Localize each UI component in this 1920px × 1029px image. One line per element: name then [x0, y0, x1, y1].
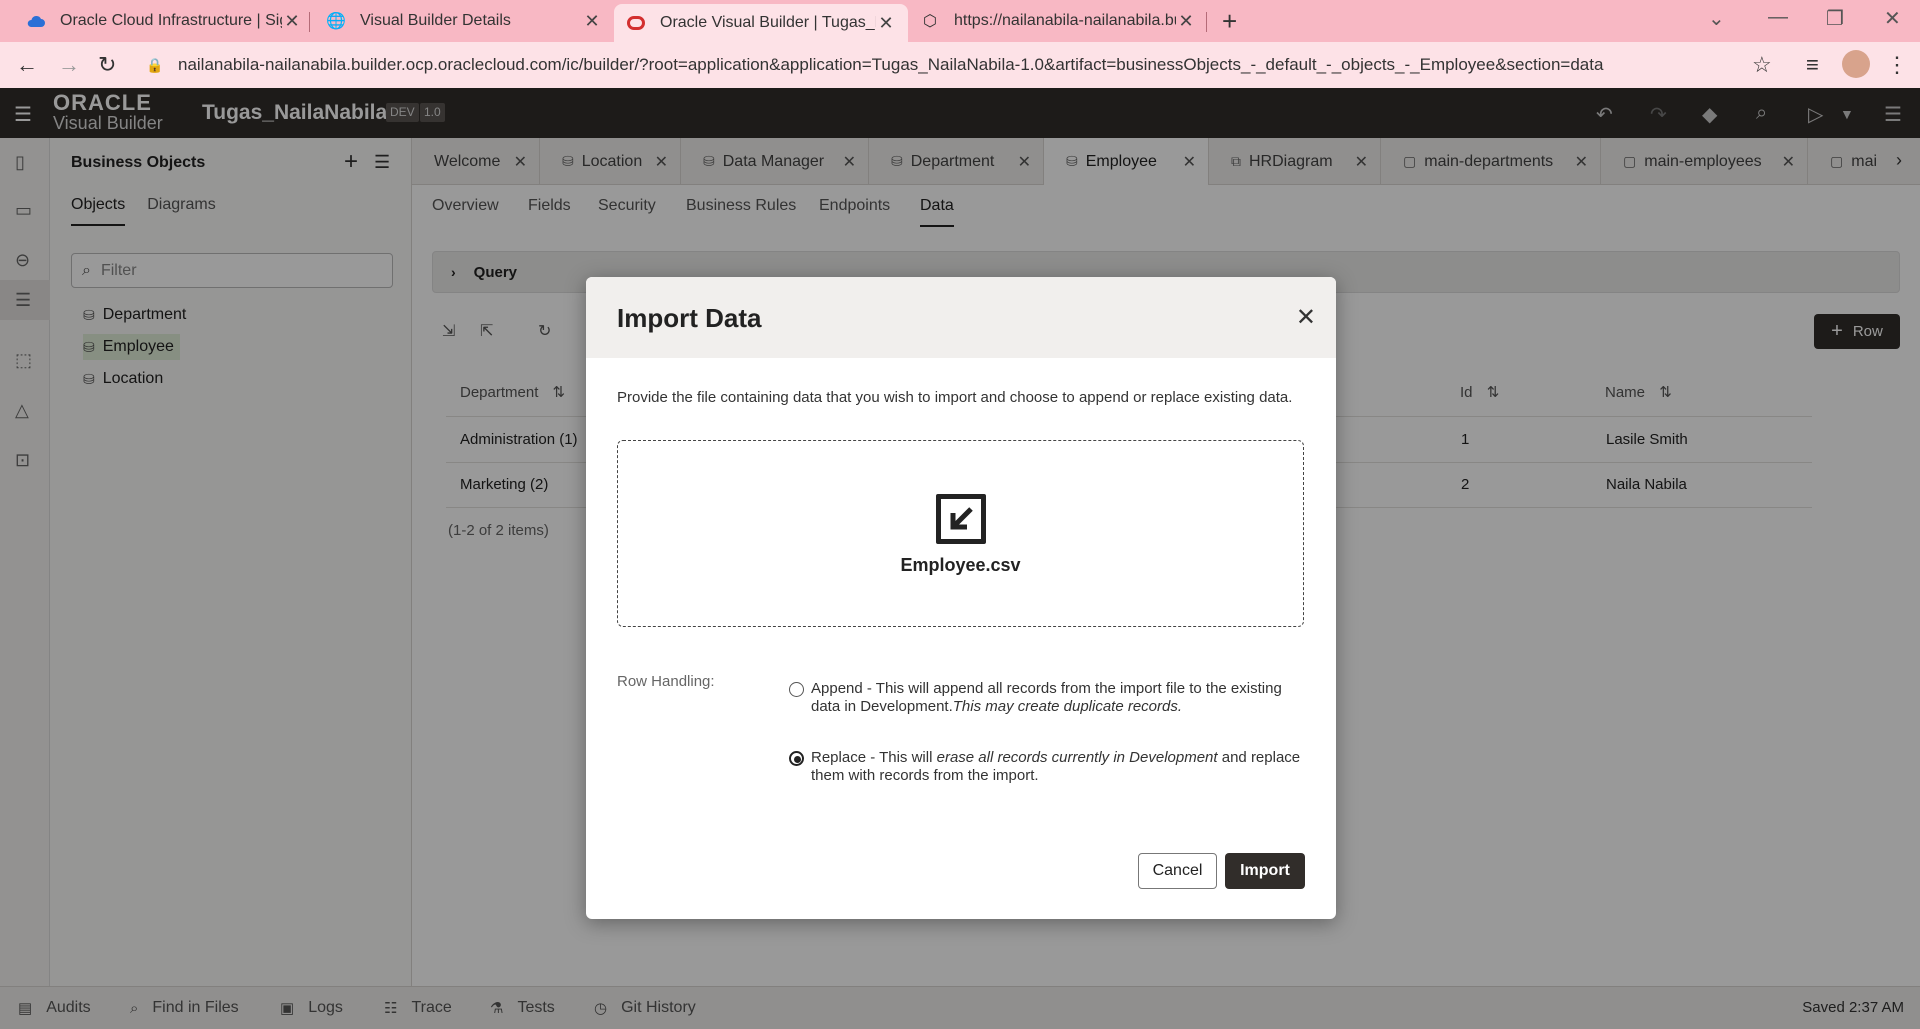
tab-separator — [1206, 12, 1207, 32]
import-data-dialog: Import Data ✕ Provide the file containin… — [586, 277, 1336, 919]
replace-text-start: Replace - This will — [811, 749, 937, 766]
append-warning-text: This may create duplicate records. — [952, 698, 1183, 715]
browser-tab-visual-builder[interactable]: Oracle Visual Builder | Tugas_Nai ✕ — [614, 4, 908, 42]
replace-option-text[interactable]: Replace - This will erase all records cu… — [811, 749, 1306, 785]
cloud-icon — [26, 11, 46, 31]
oracle-icon — [626, 13, 646, 33]
media-control-icon[interactable]: ≡ — [1806, 52, 1819, 78]
import-arrow-icon — [936, 494, 986, 544]
replace-radio[interactable] — [789, 751, 804, 766]
tab-search-chevron-icon[interactable]: ⌄ — [1708, 6, 1725, 31]
cancel-button[interactable]: Cancel — [1138, 853, 1217, 889]
dialog-title: Import Data — [617, 303, 762, 333]
globe-icon: 🌐 — [326, 13, 346, 30]
address-bar[interactable]: 🔒 nailanabila-nailanabila.builder.ocp.or… — [140, 47, 1780, 83]
browser-tab-oci[interactable]: Oracle Cloud Infrastructure | Sign ✕ — [14, 4, 314, 38]
restore-icon[interactable]: ❐ — [1826, 6, 1844, 31]
url-text: nailanabila-nailanabila.builder.ocp.orac… — [178, 55, 1604, 74]
close-icon[interactable]: ✕ — [1176, 11, 1196, 32]
replace-warning-text: erase all records currently in Developme… — [936, 749, 1218, 766]
close-icon[interactable]: ✕ — [282, 11, 302, 32]
profile-avatar[interactable] — [1842, 50, 1870, 78]
window-close-icon[interactable]: ✕ — [1884, 6, 1901, 31]
dialog-header: Import Data ✕ — [586, 277, 1336, 358]
cube-icon: ⬡ — [923, 13, 937, 30]
forward-arrow-icon[interactable]: → — [58, 52, 80, 78]
browser-tab-vb-details[interactable]: 🌐 Visual Builder Details ✕ — [314, 4, 614, 38]
back-arrow-icon[interactable]: ← — [16, 52, 38, 78]
browser-toolbar: ← → ↻ 🔒 nailanabila-nailanabila.builder.… — [0, 42, 1920, 88]
row-handling-label: Row Handling: — [617, 673, 715, 690]
browser-tab-strip: Oracle Cloud Infrastructure | Sign ✕ 🌐 V… — [0, 0, 1920, 42]
lock-icon: 🔒 — [146, 56, 164, 73]
append-radio[interactable] — [789, 682, 804, 697]
dialog-description: Provide the file containing data that yo… — [617, 389, 1293, 406]
import-button[interactable]: Import — [1225, 853, 1305, 889]
bookmark-star-icon[interactable]: ☆ — [1752, 52, 1772, 78]
append-option-text[interactable]: Append - This will append all records fr… — [811, 680, 1306, 716]
file-drop-zone[interactable]: Employee.csv — [617, 440, 1304, 627]
browser-tab-title: Oracle Cloud Infrastructure | Sign — [60, 12, 282, 29]
selected-file-name: Employee.csv — [900, 555, 1021, 575]
browser-tab-title: Visual Builder Details — [360, 12, 511, 29]
browser-tab-title: Oracle Visual Builder | Tugas_Nai — [660, 14, 876, 31]
new-tab-plus-icon[interactable]: + — [1222, 6, 1237, 37]
tab-separator — [309, 12, 310, 32]
browser-menu-icon[interactable]: ⋮ — [1886, 52, 1908, 78]
minimize-icon[interactable]: — — [1768, 6, 1788, 29]
browser-tab-title: https://nailanabila-nailanabila.bu — [954, 12, 1176, 29]
close-icon[interactable]: ✕ — [1296, 303, 1316, 332]
close-icon[interactable]: ✕ — [582, 11, 602, 32]
browser-tab-app-url[interactable]: ⬡ https://nailanabila-nailanabila.bu ✕ — [908, 4, 1208, 38]
close-icon[interactable]: ✕ — [876, 13, 896, 34]
reload-icon[interactable]: ↻ — [98, 52, 116, 78]
